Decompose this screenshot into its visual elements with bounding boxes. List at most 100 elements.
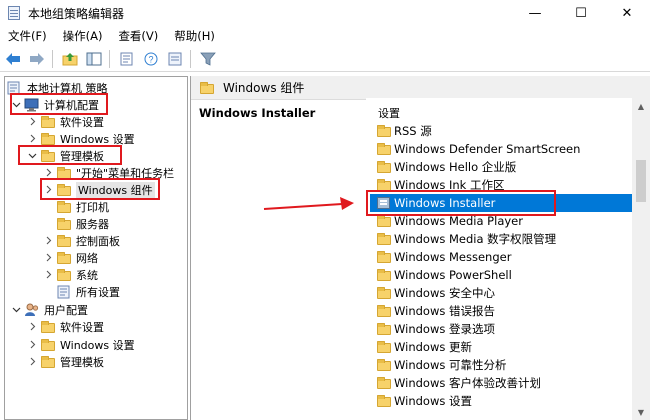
list-item-label: Windows 错误报告 xyxy=(394,304,495,318)
menu-file[interactable]: 文件(F) xyxy=(0,26,55,46)
list-item-label: Windows 设置 xyxy=(394,394,472,408)
list-item-label: Windows 客户体验改善计划 xyxy=(394,376,541,390)
folder-icon xyxy=(40,320,56,334)
list-item[interactable]: Windows 可靠性分析 xyxy=(376,356,632,374)
folder-icon xyxy=(376,268,392,282)
list-item[interactable]: RSS 源 xyxy=(376,122,632,140)
tree-label: 软件设置 xyxy=(60,320,104,334)
folder-icon xyxy=(40,338,56,352)
tree-label: 用户配置 xyxy=(44,303,88,317)
list-item-label: RSS 源 xyxy=(394,124,432,138)
chevron-right-icon[interactable] xyxy=(27,134,37,144)
tree-item-all-settings[interactable]: 所有设置 xyxy=(56,283,120,300)
tree-item-printers[interactable]: 打印机 xyxy=(56,198,109,215)
tree-item-control-panel[interactable]: 控制面板 xyxy=(43,232,120,249)
folder-icon xyxy=(376,304,392,318)
list-item[interactable]: Windows 错误报告 xyxy=(376,302,632,320)
forward-icon[interactable] xyxy=(26,48,48,70)
user-icon xyxy=(24,303,40,317)
highlight-box-admin-templates xyxy=(18,145,122,165)
menu-view[interactable]: 查看(V) xyxy=(110,26,166,46)
chevron-right-icon[interactable] xyxy=(27,357,37,367)
tree-label: 系统 xyxy=(76,268,98,282)
chevron-right-icon[interactable] xyxy=(43,270,53,280)
tree-item-server[interactable]: 服务器 xyxy=(56,215,109,232)
toolbar: ? xyxy=(0,46,650,72)
properties-icon[interactable] xyxy=(164,48,186,70)
list-item-label: Windows Media Player xyxy=(394,214,523,228)
list-item-label: Windows 更新 xyxy=(394,340,472,354)
list-item[interactable]: Windows PowerShell xyxy=(376,266,632,284)
vertical-scrollbar[interactable]: ▲ ▼ xyxy=(632,98,650,420)
tree-item-user-windows-settings[interactable]: Windows 设置 xyxy=(27,336,135,353)
list-item-label: Windows Defender SmartScreen xyxy=(394,142,581,156)
tree-label: 管理模板 xyxy=(60,355,104,369)
chevron-down-icon[interactable] xyxy=(11,305,21,315)
chevron-right-icon[interactable] xyxy=(27,117,37,127)
show-tree-icon[interactable] xyxy=(83,48,105,70)
back-icon[interactable] xyxy=(2,48,24,70)
tree-item-network[interactable]: 网络 xyxy=(43,249,98,266)
help-icon[interactable]: ? xyxy=(140,48,162,70)
filter-icon[interactable] xyxy=(197,48,219,70)
list-item[interactable]: Windows Messenger xyxy=(376,248,632,266)
folder-icon xyxy=(56,217,72,231)
chevron-right-icon[interactable] xyxy=(43,253,53,263)
list-item[interactable]: Windows Media 数字权限管理 xyxy=(376,230,632,248)
list-item[interactable]: Windows 更新 xyxy=(376,338,632,356)
folder-icon xyxy=(376,286,392,300)
toolbar-separator xyxy=(190,49,191,68)
list-item[interactable]: Windows 客户体验改善计划 xyxy=(376,374,632,392)
folder-icon xyxy=(199,81,215,95)
list-item[interactable]: Windows 设置 xyxy=(376,392,632,410)
tree-label: 所有设置 xyxy=(76,285,120,299)
list-item-label: Windows 登录选项 xyxy=(394,322,495,336)
chevron-right-icon[interactable] xyxy=(43,236,53,246)
chevron-right-icon[interactable] xyxy=(27,340,37,350)
tree-label: 控制面板 xyxy=(76,234,120,248)
export-icon[interactable] xyxy=(116,48,138,70)
window-title: 本地组策略编辑器 xyxy=(28,6,125,21)
chevron-right-icon[interactable] xyxy=(27,322,37,332)
tree-pane[interactable]: 本地计算机 策略 计算机配置 软件设置 Windows 设置 管理模板 "开始"… xyxy=(4,76,188,420)
highlight-box-windows-installer xyxy=(366,190,556,216)
list-item[interactable]: Windows 登录选项 xyxy=(376,320,632,338)
close-button[interactable]: ✕ xyxy=(604,0,650,26)
toolbar-separator xyxy=(52,49,53,68)
tree-item-software-settings[interactable]: 软件设置 xyxy=(27,113,104,130)
folder-icon xyxy=(56,200,72,214)
folder-icon xyxy=(40,115,56,129)
folder-icon xyxy=(376,124,392,138)
list-item-label: Windows Hello 企业版 xyxy=(394,160,517,174)
toolbar-separator xyxy=(109,49,110,68)
scroll-down-arrow-icon[interactable]: ▼ xyxy=(632,404,650,420)
up-folder-icon[interactable] xyxy=(59,48,81,70)
list-item-label: Windows 可靠性分析 xyxy=(394,358,507,372)
chevron-right-icon[interactable] xyxy=(43,168,53,178)
settings-list[interactable]: 设置 RSS 源 Windows Defender SmartScreen Wi… xyxy=(366,98,632,420)
list-item[interactable]: Windows Hello 企业版 xyxy=(376,158,632,176)
list-item-label: Windows Media 数字权限管理 xyxy=(394,232,557,246)
scrollbar-thumb[interactable] xyxy=(636,160,646,202)
scroll-up-arrow-icon[interactable]: ▲ xyxy=(632,98,650,114)
menu-help[interactable]: 帮助(H) xyxy=(166,26,223,46)
selected-item-title: Windows Installer xyxy=(199,106,316,120)
tree-item-system[interactable]: 系统 xyxy=(43,266,98,283)
folder-icon xyxy=(40,132,56,146)
menu-action[interactable]: 操作(A) xyxy=(55,26,111,46)
list-item[interactable]: Windows 安全中心 xyxy=(376,284,632,302)
folder-icon xyxy=(376,250,392,264)
column-header-setting[interactable]: 设置 xyxy=(378,105,400,121)
minimize-button[interactable]: — xyxy=(512,0,558,26)
folder-icon xyxy=(56,234,72,248)
all-settings-icon xyxy=(56,285,72,299)
maximize-button[interactable]: ☐ xyxy=(558,0,604,26)
folder-icon xyxy=(376,394,392,408)
tree-item-user-software-settings[interactable]: 软件设置 xyxy=(27,318,104,335)
list-item[interactable]: Windows Defender SmartScreen xyxy=(376,140,632,158)
tree-item-user-config[interactable]: 用户配置 xyxy=(11,301,88,318)
svg-text:?: ? xyxy=(148,54,153,64)
tree-item-user-admin-templates[interactable]: 管理模板 xyxy=(27,353,104,370)
tree-label: 网络 xyxy=(76,251,98,265)
folder-icon xyxy=(56,268,72,282)
